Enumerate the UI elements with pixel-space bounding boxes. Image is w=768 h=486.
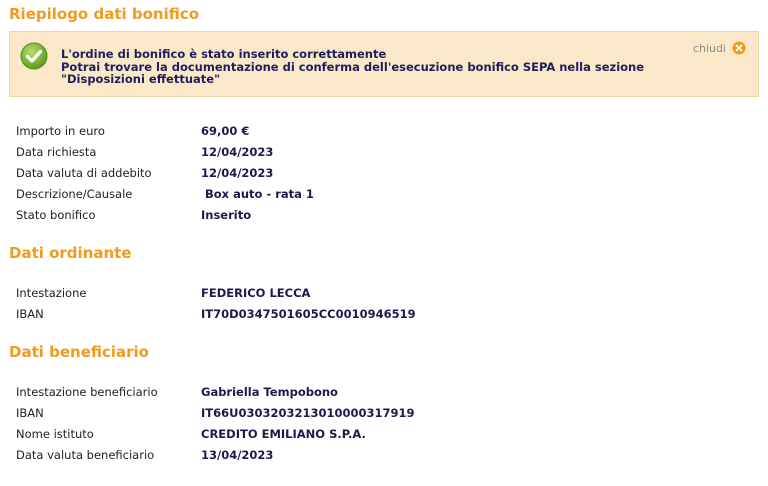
close-circle-icon[interactable] [732,41,746,55]
summary-title: Riepilogo dati bonifico [9,5,200,23]
detail-row-bank-name: Nome istituto CREDITO EMILIANO S.P.A. [0,425,768,443]
detail-label: Stato bonifico [16,208,96,222]
success-notice: L'ordine di bonifico è stato inserito co… [9,31,759,97]
detail-value: Inserito [201,208,252,222]
detail-row-debit-value-date: Data valuta di addebito 12/04/2023 [0,164,768,182]
detail-row-amount: Importo in euro 69,00 € [0,122,768,140]
notice-line-3: "Disposizioni effettuate" [61,72,221,86]
detail-label: Data valuta beneficiario [16,448,155,462]
detail-label: Data valuta di addebito [16,166,152,180]
detail-value: IT70D0347501605CC0010946519 [201,307,416,321]
detail-value: Gabriella Tempobono [201,385,338,399]
check-circle-icon [20,42,48,70]
detail-value: 12/04/2023 [201,145,274,159]
detail-row-beneficiary-value-date: Data valuta beneficiario 13/04/2023 [0,446,768,464]
close-label[interactable]: chiudi [693,42,726,55]
detail-value: 69,00 € [201,124,250,138]
detail-label: Intestazione beneficiario [16,385,158,399]
close-notice-button[interactable]: chiudi [693,41,746,55]
detail-label: Data richiesta [16,145,97,159]
detail-label: Nome istituto [16,427,94,441]
detail-value: CREDITO EMILIANO S.P.A. [201,427,366,441]
notice-line-1: L'ordine di bonifico è stato inserito co… [61,47,387,61]
detail-value: Box auto - rata 1 [201,187,314,201]
detail-row-iban: IBAN IT70D0347501605CC0010946519 [0,305,768,323]
detail-value: IT66U0303203213010000317919 [201,406,415,420]
detail-value: FEDERICO LECCA [201,286,311,300]
detail-row-beneficiary-iban: IBAN IT66U0303203213010000317919 [0,404,768,422]
detail-value: 13/04/2023 [201,448,274,462]
detail-row-beneficiary-name: Intestazione beneficiario Gabriella Temp… [0,383,768,401]
detail-label: IBAN [16,406,44,420]
detail-label: IBAN [16,307,44,321]
detail-label: Descrizione/Causale [16,187,133,201]
beneficiario-title: Dati beneficiario [9,343,149,361]
detail-row-description: Descrizione/Causale Box auto - rata 1 [0,185,768,203]
detail-row-status: Stato bonifico Inserito [0,206,768,224]
detail-row-holder: Intestazione FEDERICO LECCA [0,284,768,302]
ordinante-title: Dati ordinante [9,244,132,262]
detail-label: Importo in euro [16,124,105,138]
detail-label: Intestazione [16,286,87,300]
detail-value: 12/04/2023 [201,166,274,180]
detail-row-request-date: Data richiesta 12/04/2023 [0,143,768,161]
notice-message: L'ordine di bonifico è stato inserito co… [61,48,661,86]
